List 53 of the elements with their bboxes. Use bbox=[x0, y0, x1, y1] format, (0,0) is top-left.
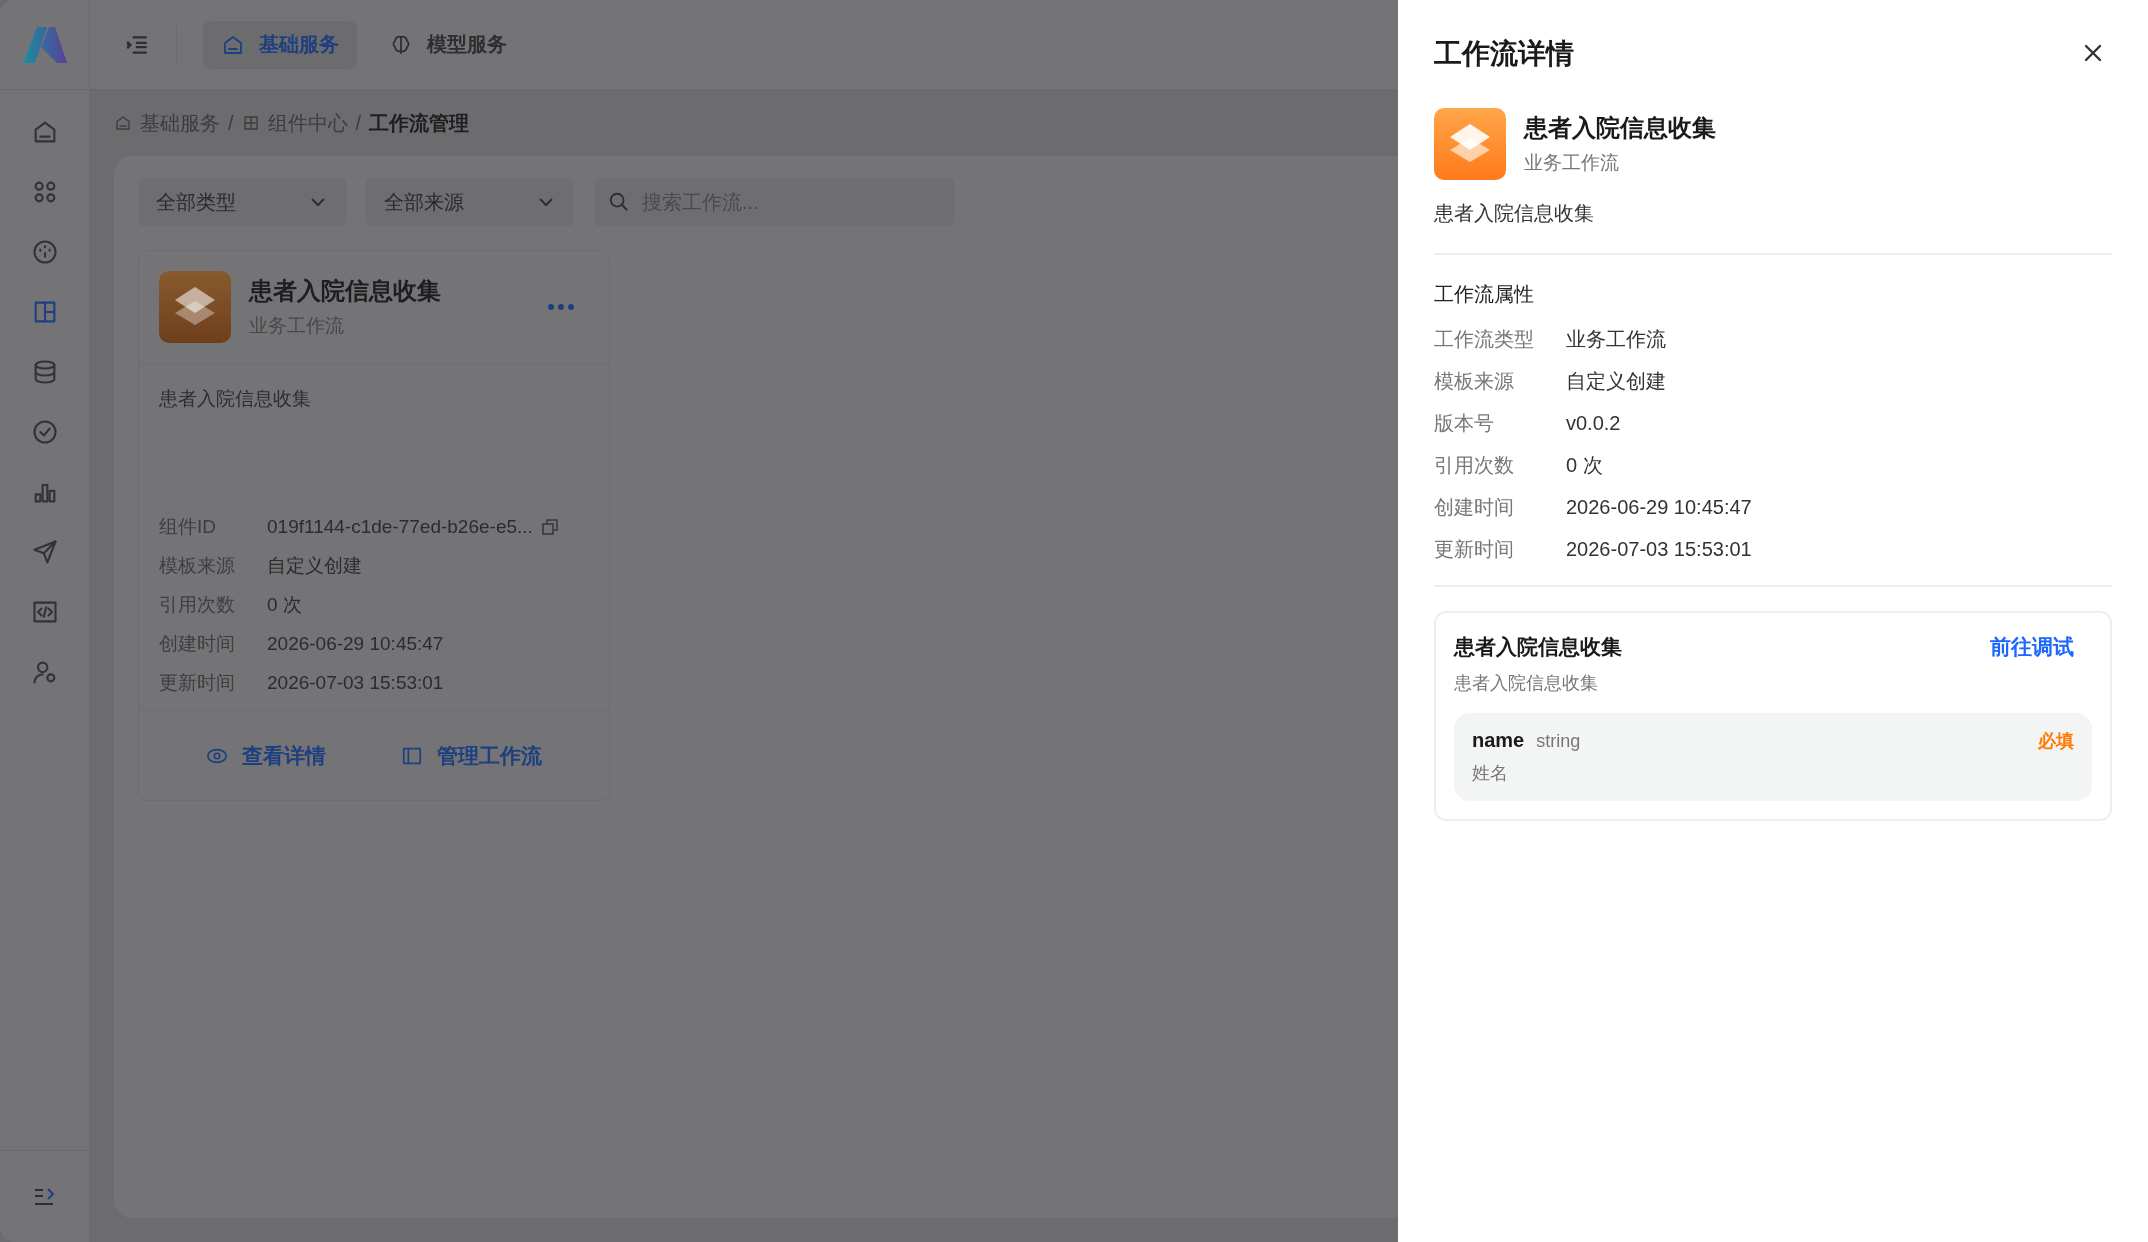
card-action-button[interactable]: 管理工作流 bbox=[394, 740, 548, 771]
copy-icon[interactable] bbox=[540, 518, 559, 536]
property-label: 版本号 bbox=[1434, 411, 1495, 436]
search-icon bbox=[608, 191, 630, 213]
property-label: 创建时间 bbox=[1434, 495, 1515, 520]
parameter-description: 姓名 bbox=[1472, 762, 1509, 785]
interface-title: 患者入院信息收集 bbox=[1454, 634, 1622, 660]
workflow-icon bbox=[1434, 108, 1506, 180]
property-label: 引用次数 bbox=[1434, 453, 1515, 478]
filter-select[interactable]: 全部来源 bbox=[366, 178, 574, 226]
breadcrumb-item: 工作流管理 bbox=[369, 110, 470, 136]
property-value: 2026-07-03 15:53:01 bbox=[1566, 538, 1752, 561]
property-label: 模板来源 bbox=[1434, 369, 1515, 394]
card-description: 患者入院信息收集 bbox=[158, 387, 312, 411]
workflow-description: 患者入院信息收集 bbox=[1434, 200, 2112, 255]
field-value: 自定义创建 bbox=[267, 554, 362, 578]
field-value: 2026-07-03 15:53:01 bbox=[267, 672, 444, 694]
filter-select[interactable]: 全部类型 bbox=[138, 178, 346, 226]
parameter-type: string bbox=[1536, 731, 1581, 752]
home-icon bbox=[114, 114, 132, 132]
breadcrumb-separator: / bbox=[355, 111, 362, 135]
section-title: 工作流属性 bbox=[1434, 282, 1535, 307]
property-value: 2026-06-29 10:45:47 bbox=[1566, 496, 1752, 519]
workflow-icon bbox=[159, 271, 231, 343]
property-label: 工作流类型 bbox=[1434, 327, 1535, 352]
field-value: 2026-06-29 10:45:47 bbox=[267, 633, 444, 655]
required-label: 必填 bbox=[2038, 730, 2074, 753]
workflow-type: 业务工作流 bbox=[1524, 151, 1620, 175]
check-circle-icon[interactable] bbox=[30, 418, 59, 446]
more-icon[interactable] bbox=[547, 302, 575, 312]
debug-link[interactable]: 前往调试 bbox=[1990, 633, 2074, 661]
close-icon bbox=[2083, 42, 2103, 63]
drawer-title: 工作流详情 bbox=[1434, 37, 1574, 71]
gauge-icon[interactable] bbox=[30, 238, 59, 266]
interface-description: 患者入院信息收集 bbox=[1454, 672, 1599, 695]
property-value: 0 次 bbox=[1566, 453, 1603, 478]
field-value: 0 次 bbox=[267, 593, 302, 617]
card-action-button[interactable]: 查看详情 bbox=[200, 740, 333, 771]
property-value: 业务工作流 bbox=[1566, 327, 1666, 352]
nav-tab[interactable]: 基础服务 bbox=[203, 20, 357, 69]
property-value: v0.0.2 bbox=[1566, 412, 1621, 435]
send-icon[interactable] bbox=[30, 538, 59, 566]
nav-tab[interactable]: 模型服务 bbox=[371, 20, 525, 69]
card-title: 患者入院信息收集 bbox=[249, 276, 442, 306]
grid-icon bbox=[241, 114, 260, 132]
breadcrumb-separator: / bbox=[228, 111, 234, 135]
property-value: 自定义创建 bbox=[1566, 369, 1666, 394]
logo-icon bbox=[22, 26, 67, 63]
property-label: 更新时间 bbox=[1434, 537, 1515, 562]
parameter-name: name bbox=[1472, 729, 1525, 752]
field-value: 019f1144-c1de-77ed-b26e-e5... bbox=[267, 516, 533, 538]
workflow-name: 患者入院信息收集 bbox=[1524, 113, 1717, 143]
expand-menu-icon[interactable] bbox=[32, 1186, 57, 1207]
